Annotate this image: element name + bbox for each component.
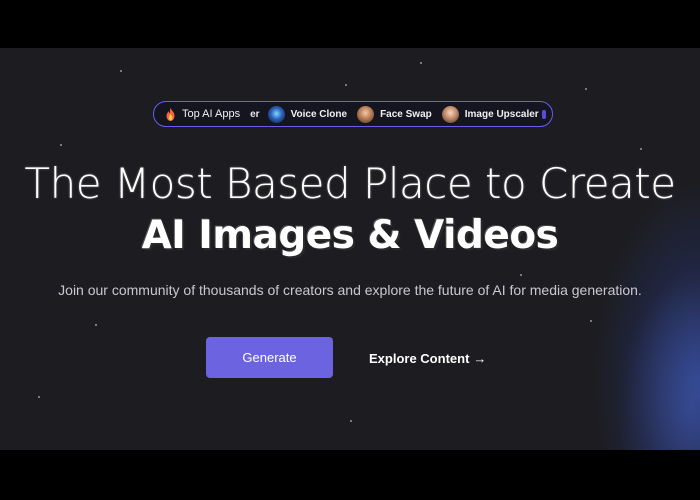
app-label: Image Upscaler	[464, 108, 539, 120]
app-voice-clone[interactable]: Voice Clone	[267, 105, 348, 123]
arrow-right-icon: →	[473, 350, 487, 366]
generate-button[interactable]: Generate	[206, 337, 333, 378]
app-face-swap[interactable]: Face Swap	[357, 105, 432, 123]
star	[640, 148, 642, 150]
image-upscaler-avatar-icon	[441, 105, 459, 123]
hero-section: Top AI Apps er Voice Clone Face Swap Ima…	[0, 48, 700, 450]
letterbox-top	[0, 0, 700, 48]
star	[345, 84, 347, 86]
star	[520, 274, 522, 276]
fire-icon	[164, 107, 176, 121]
app-label: Voice Clone	[290, 108, 348, 120]
hero-title-line2: AI Images & Videos	[141, 213, 559, 258]
star	[590, 320, 592, 322]
top-apps-bar[interactable]: Top AI Apps er Voice Clone Face Swap Ima…	[153, 101, 553, 127]
truncated-app-label: er	[250, 108, 260, 120]
face-swap-avatar-icon	[357, 105, 375, 123]
top-ai-apps-link[interactable]: Top AI Apps	[164, 107, 240, 121]
star	[420, 62, 422, 64]
hero-subtitle: Join our community of thousands of creat…	[58, 282, 642, 298]
star	[120, 70, 122, 72]
explore-content-link[interactable]: Explore Content →	[369, 348, 486, 368]
star	[38, 396, 40, 398]
star	[95, 324, 97, 326]
app-image-upscaler[interactable]: Image Upscaler	[441, 105, 539, 123]
voice-clone-avatar-icon	[267, 105, 285, 123]
next-app-edge-icon	[542, 110, 546, 119]
letterbox-bottom	[0, 450, 700, 500]
top-ai-apps-label: Top AI Apps	[182, 108, 241, 120]
star	[350, 420, 352, 422]
star	[585, 88, 587, 90]
hero-title-line1: The Most Based Place to Create	[24, 159, 676, 208]
star	[60, 144, 62, 146]
app-label: Face Swap	[380, 108, 432, 120]
explore-content-label: Explore Content	[369, 350, 470, 366]
